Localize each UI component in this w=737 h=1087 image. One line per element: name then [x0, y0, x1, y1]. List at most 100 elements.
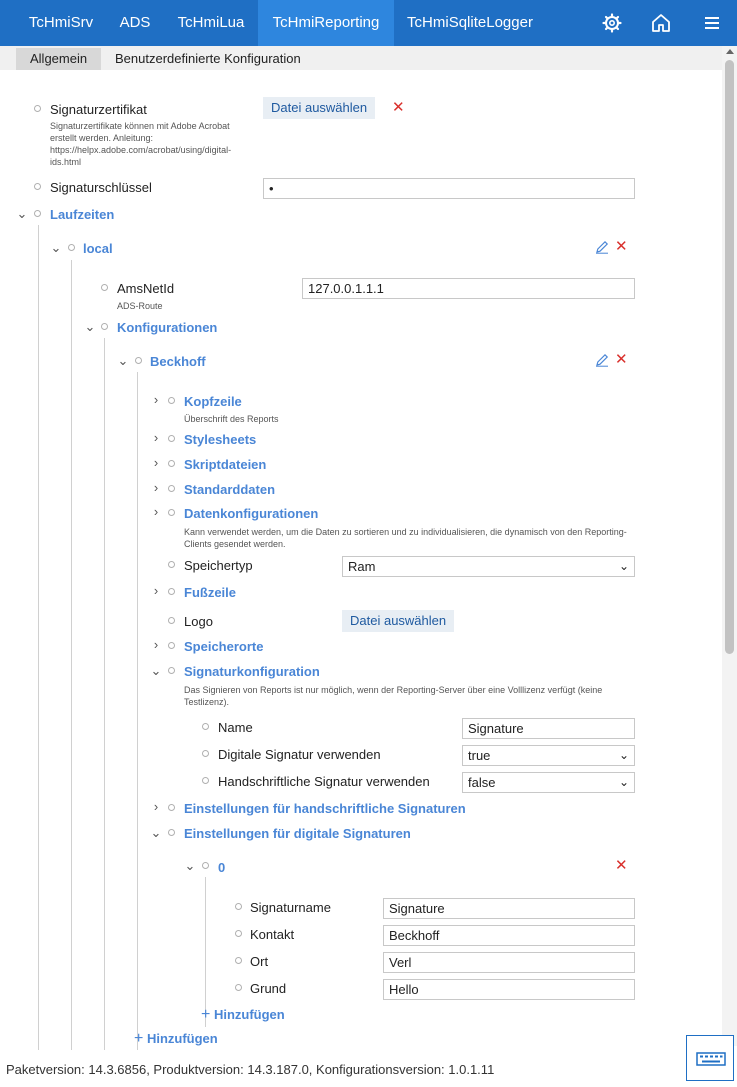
group-beckhoff[interactable]: Beckhoff: [150, 354, 206, 369]
chevron-right-icon[interactable]: ›: [150, 638, 162, 652]
chevron-down-icon: ⌄: [618, 748, 629, 762]
tree-node-dot: [168, 804, 175, 811]
tree-node-dot: [168, 667, 175, 674]
tree-line: [71, 260, 72, 1050]
tree-line: [205, 877, 206, 1027]
sigcert-description: Signaturzertifikate können mit Adobe Acr…: [50, 121, 232, 167]
tree-node-dot: [168, 485, 175, 492]
sigcert-file-button[interactable]: Datei auswählen: [263, 97, 376, 119]
add-label: Hinzufügen: [213, 1007, 285, 1022]
tree-node-dot: [101, 284, 108, 291]
entry-0-delete-icon[interactable]: ✕: [615, 858, 628, 873]
sigkey-label: Signaturschlüssel: [50, 180, 152, 195]
tree-node-dot: [235, 930, 242, 937]
chevron-right-icon[interactable]: ›: [150, 505, 162, 519]
add-signature-entry-button[interactable]: + Hinzufügen: [201, 1006, 285, 1024]
name-field[interactable]: Signature: [462, 718, 635, 739]
amsnetid-field[interactable]: 127.0.0.1.1.1: [302, 278, 635, 299]
add-label: Hinzufügen: [146, 1031, 218, 1046]
group-handwritten-settings[interactable]: Einstellungen für handschriftliche Signa…: [184, 801, 466, 816]
signaturkonfiguration-description: Das Signieren von Reports ist nur möglic…: [184, 685, 603, 707]
edit-pencil-icon[interactable]: [595, 240, 609, 254]
logo-file-button[interactable]: Datei auswählen: [342, 610, 455, 632]
group-digital-settings[interactable]: Einstellungen für digitale Signaturen: [184, 826, 411, 841]
group-stylesheets[interactable]: Stylesheets: [184, 432, 256, 447]
menu-icon[interactable]: [701, 12, 723, 34]
chevron-down-icon[interactable]: ⌄: [117, 354, 129, 368]
tab-tchmisqlitelogger[interactable]: TcHmiSqliteLogger: [394, 0, 546, 46]
top-nav-bar: TcHmiSrv ADS TcHmiLua TcHmiReporting TcH…: [0, 0, 737, 46]
group-datenkonfigurationen[interactable]: Datenkonfigurationen: [184, 506, 318, 521]
chevron-right-icon[interactable]: ›: [150, 393, 162, 407]
chevron-down-icon[interactable]: ⌄: [16, 207, 28, 221]
tree-node-dot: [168, 829, 175, 836]
tree-node-dot: [168, 588, 175, 595]
chevron-down-icon[interactable]: ⌄: [150, 826, 162, 840]
group-kopfzeile[interactable]: Kopfzeile: [184, 394, 242, 409]
speichertyp-value: Ram: [348, 559, 376, 574]
chevron-right-icon[interactable]: ›: [150, 481, 162, 495]
tab-custom-config[interactable]: Benutzerdefinierte Konfiguration: [101, 48, 315, 70]
chevron-right-icon[interactable]: ›: [150, 456, 162, 470]
tree-node-dot: [101, 323, 108, 330]
place-field[interactable]: Verl: [383, 952, 635, 973]
group-local[interactable]: local: [83, 241, 113, 256]
tree-line: [38, 225, 39, 1050]
tab-tchmilua[interactable]: TcHmiLua: [165, 0, 257, 46]
add-configuration-button[interactable]: + Hinzufügen: [134, 1030, 218, 1048]
sigcert-label: Signaturzertifikat: [50, 102, 147, 117]
group-speicherorte[interactable]: Speicherorte: [184, 639, 263, 654]
chevron-down-icon[interactable]: ⌄: [184, 859, 196, 873]
datenkonfigurationen-description: Kann verwendet werden, um die Daten zu s…: [184, 527, 627, 549]
tab-tchmireporting[interactable]: TcHmiReporting: [258, 0, 394, 46]
handwritten-signature-select[interactable]: false ⌄: [462, 772, 635, 793]
sub-tab-bar: Allgemein Benutzerdefinierte Konfigurati…: [0, 46, 722, 70]
chevron-down-icon: ⌄: [618, 775, 629, 789]
group-standarddaten[interactable]: Standarddaten: [184, 482, 275, 497]
chevron-down-icon[interactable]: ⌄: [50, 241, 62, 255]
keyboard-button[interactable]: [686, 1035, 734, 1081]
tree-node-dot: [68, 244, 75, 251]
reason-field[interactable]: Hello: [383, 979, 635, 1000]
scrollbar-thumb[interactable]: [725, 60, 734, 654]
sigcert-delete-icon[interactable]: ✕: [392, 100, 405, 115]
name-label: Name: [218, 720, 253, 735]
signame-field[interactable]: Signature: [383, 898, 635, 919]
tab-allgemein[interactable]: Allgemein: [16, 48, 102, 70]
sigkey-field[interactable]: •: [263, 178, 635, 199]
scroll-up-arrow-icon[interactable]: [726, 49, 734, 54]
speichertyp-select[interactable]: Ram ⌄: [342, 556, 635, 577]
local-delete-icon[interactable]: ✕: [615, 239, 628, 254]
group-fusszeile[interactable]: Fußzeile: [184, 585, 236, 600]
group-skriptdateien[interactable]: Skriptdateien: [184, 457, 266, 472]
group-signaturkonfiguration[interactable]: Signaturkonfiguration: [184, 664, 320, 679]
chevron-right-icon[interactable]: ›: [150, 584, 162, 598]
handwritten-signature-label: Handschriftliche Signatur verwenden: [218, 774, 430, 789]
tree-line: [104, 338, 105, 1050]
tree-node-dot: [168, 642, 175, 649]
tree-node-dot: [135, 357, 142, 364]
beckhoff-delete-icon[interactable]: ✕: [615, 352, 628, 367]
place-label: Ort: [250, 954, 269, 969]
group-konfigurationen[interactable]: Konfigurationen: [117, 320, 217, 335]
speichertyp-label: Speichertyp: [184, 558, 253, 573]
chevron-right-icon[interactable]: ›: [150, 431, 162, 445]
contact-field[interactable]: Beckhoff: [383, 925, 635, 946]
tab-tchmisrv[interactable]: TcHmiSrv: [14, 0, 108, 46]
group-entry-0[interactable]: 0: [218, 860, 225, 875]
chevron-down-icon[interactable]: ⌄: [84, 320, 96, 334]
edit-pencil-icon[interactable]: [595, 353, 609, 367]
gear-icon[interactable]: [601, 12, 623, 34]
digital-signature-select[interactable]: true ⌄: [462, 745, 635, 766]
chevron-down-icon[interactable]: ⌄: [150, 664, 162, 678]
group-laufzeiten[interactable]: Laufzeiten: [50, 207, 114, 222]
digital-signature-label: Digitale Signatur verwenden: [218, 747, 381, 762]
home-icon[interactable]: [650, 12, 672, 34]
tree-node-dot: [34, 210, 41, 217]
tab-ads[interactable]: ADS: [108, 0, 162, 46]
tree-node-dot: [168, 397, 175, 404]
tree-node-dot: [202, 777, 209, 784]
chevron-right-icon[interactable]: ›: [150, 800, 162, 814]
tree-line: [137, 372, 138, 1050]
tree-node-dot: [34, 105, 41, 112]
